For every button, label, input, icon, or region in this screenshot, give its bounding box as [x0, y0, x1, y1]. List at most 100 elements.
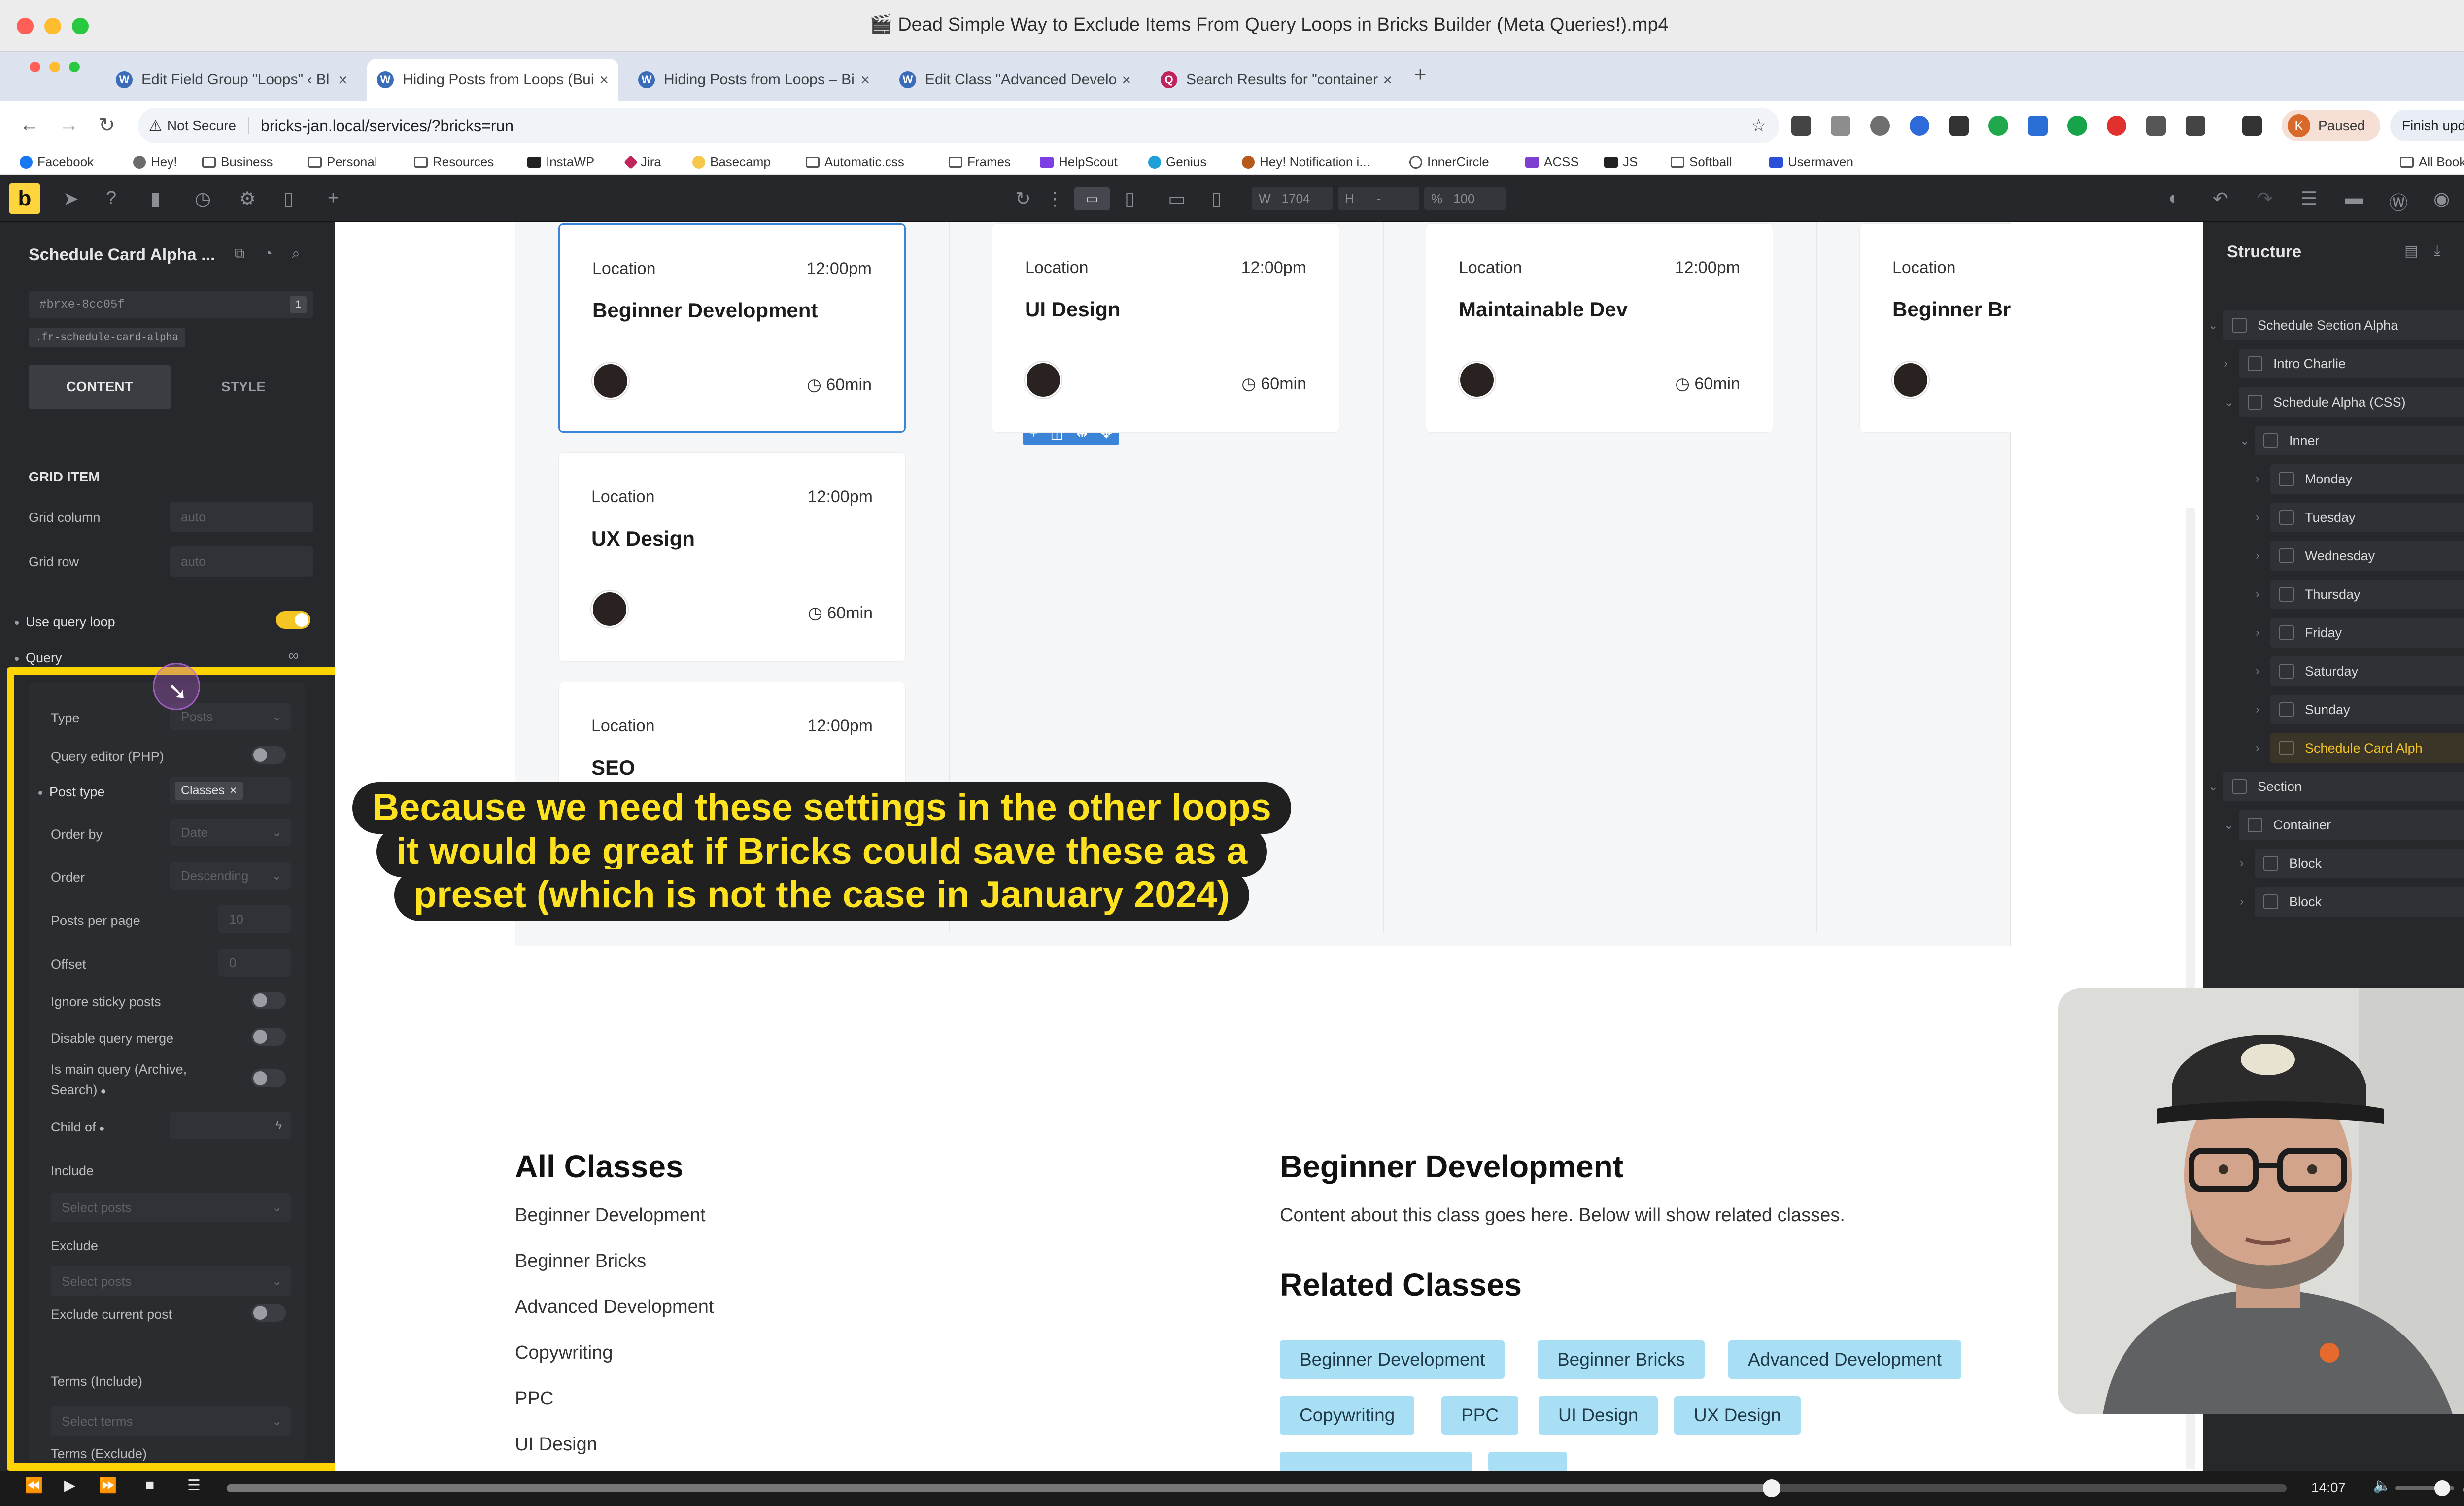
- add-icon[interactable]: +: [328, 188, 339, 209]
- class-link[interactable]: Beginner Bricks: [515, 1251, 646, 1272]
- fast-forward-icon[interactable]: ⏩: [99, 1477, 117, 1494]
- use-query-loop-toggle[interactable]: [276, 611, 310, 629]
- landscape-breakpoint-icon[interactable]: ▭: [1168, 188, 1186, 210]
- star-icon[interactable]: ☆: [1751, 116, 1766, 136]
- new-tab-icon[interactable]: +: [1414, 63, 1427, 86]
- contrast-icon[interactable]: ◐: [2168, 188, 2180, 209]
- class-link[interactable]: Advanced Development: [515, 1297, 714, 1318]
- width-field[interactable]: W 1704: [1252, 187, 1333, 210]
- tab-edit-field-group[interactable]: W Edit Field Group "Loops" ‹ Bl ×: [106, 59, 357, 101]
- expand-caret-icon[interactable]: ⌄: [2224, 395, 2234, 410]
- profile-paused-button[interactable]: K Paused: [2282, 110, 2380, 141]
- structure-row[interactable]: Friday: [2270, 618, 2464, 648]
- download-icon[interactable]: ⤓: [2434, 242, 2440, 259]
- expand-caret-icon[interactable]: ⌄: [2208, 780, 2218, 794]
- bookmark-usermaven[interactable]: Usermaven: [1769, 154, 1853, 170]
- expand-caret-icon[interactable]: ›: [2240, 895, 2244, 909]
- pages-icon[interactable]: ▮: [150, 188, 161, 210]
- bookmark-instawp[interactable]: InstaWP: [527, 154, 594, 170]
- reload-icon[interactable]: ↻: [99, 114, 115, 137]
- structure-row[interactable]: Block: [2255, 887, 2464, 917]
- schedule-card[interactable]: Location Beginner Br: [1859, 223, 2011, 433]
- tablet-breakpoint-icon[interactable]: ▯: [1125, 188, 1135, 210]
- bookmark-softball[interactable]: Softball: [1671, 154, 1732, 170]
- copy-icon[interactable]: ⧉: [234, 245, 244, 262]
- help-icon[interactable]: ?: [106, 188, 116, 209]
- close-icon[interactable]: ×: [860, 71, 870, 89]
- expand-caret-icon[interactable]: ›: [2240, 856, 2244, 870]
- structure-icon[interactable]: ☰: [2300, 188, 2317, 210]
- extension-icon[interactable]: [2107, 116, 2126, 136]
- finish-update-button[interactable]: Finish update⋮: [2390, 110, 2464, 141]
- extension-icon[interactable]: [1949, 116, 1969, 136]
- trash-icon[interactable]: ▯: [283, 188, 294, 210]
- structure-row[interactable]: Saturday: [2270, 656, 2464, 686]
- camera-extension-icon[interactable]: [1870, 116, 1890, 136]
- tab-content[interactable]: CONTENT: [29, 365, 171, 409]
- expand-caret-icon[interactable]: ⌄: [2224, 818, 2234, 832]
- bookmark-all[interactable]: All Bookmarks: [2400, 154, 2464, 170]
- wordpress-icon[interactable]: Ⓦ: [2389, 188, 2408, 215]
- close-icon[interactable]: ×: [1122, 71, 1131, 89]
- preview-eye-icon[interactable]: ◉: [2433, 188, 2450, 210]
- minimize-dot[interactable]: [49, 62, 60, 72]
- puzzle-icon[interactable]: [2186, 116, 2205, 136]
- bookmark-jira[interactable]: Jira: [623, 154, 661, 170]
- play-extension-icon[interactable]: [1988, 116, 2008, 136]
- redo-icon[interactable]: ↷: [2257, 188, 2273, 210]
- volume-high-icon[interactable]: 🔊: [2462, 1477, 2464, 1494]
- related-class-tag[interactable]: Advanced Development: [1728, 1340, 1961, 1379]
- bookmark-personal[interactable]: Personal: [308, 154, 377, 170]
- search-icon[interactable]: ⌕: [292, 245, 300, 262]
- class-chip[interactable]: .fr-schedule-card-alpha: [29, 328, 185, 347]
- close-icon[interactable]: ×: [338, 71, 347, 89]
- infinity-icon[interactable]: ∞: [288, 648, 299, 664]
- extension-icon[interactable]: [2146, 116, 2166, 136]
- structure-row[interactable]: Thursday: [2270, 580, 2464, 609]
- settings-icon[interactable]: ⚙: [239, 188, 256, 210]
- volume-low-icon[interactable]: 🔈: [2373, 1477, 2391, 1494]
- structure-row[interactable]: Tuesday: [2270, 503, 2464, 532]
- expand-caret-icon[interactable]: ›: [2256, 741, 2259, 755]
- play-icon[interactable]: ▶: [64, 1477, 75, 1494]
- bookmark-acss[interactable]: ACSS: [1525, 154, 1579, 170]
- progress-handle[interactable]: [1763, 1479, 1780, 1497]
- related-class-tag[interactable]: UX Design: [1674, 1396, 1801, 1435]
- desktop-breakpoint-icon[interactable]: ▭: [1074, 187, 1110, 210]
- structure-row[interactable]: Sunday: [2270, 695, 2464, 724]
- structure-row[interactable]: Inner: [2255, 426, 2464, 455]
- bookmark-facebook[interactable]: Facebook: [20, 154, 94, 170]
- grid-column-input[interactable]: auto: [170, 502, 313, 532]
- refresh-icon[interactable]: ↻: [1015, 188, 1031, 210]
- hide-icon[interactable]: ◔: [264, 245, 273, 262]
- expand-caret-icon[interactable]: ›: [2256, 549, 2259, 563]
- more-dots-icon[interactable]: ⋮: [1046, 188, 1064, 210]
- bookmark-helpscout[interactable]: HelpScout: [1040, 154, 1118, 170]
- expand-caret-icon[interactable]: ›: [2256, 472, 2259, 486]
- tab-edit-class[interactable]: W Edit Class "Advanced Develo ×: [890, 59, 1141, 101]
- structure-row[interactable]: Schedule Alpha (CSS): [2239, 387, 2464, 417]
- schedule-card[interactable]: Location 12:00pm UI Design ◷ 60min: [992, 223, 1339, 433]
- expand-caret-icon[interactable]: ›: [2256, 626, 2259, 640]
- zoom-field[interactable]: % 100: [1424, 187, 1506, 210]
- expand-caret-icon[interactable]: ›: [2256, 587, 2259, 601]
- tab-style[interactable]: STYLE: [172, 365, 314, 409]
- history-icon[interactable]: ◷: [195, 188, 211, 210]
- bookmark-automatic-css[interactable]: Automatic.css: [806, 154, 904, 170]
- element-id-field[interactable]: #brxe-8cc05f 1: [29, 291, 313, 318]
- cursor-icon[interactable]: ➤: [63, 188, 79, 210]
- playlist-icon[interactable]: ☰: [187, 1477, 201, 1494]
- related-class-tag[interactable]: Beginner Bricks: [1538, 1340, 1705, 1379]
- bookmark-basecamp[interactable]: Basecamp: [692, 154, 771, 170]
- schedule-card[interactable]: Location 12:00pm UX Design ◷ 60min: [558, 452, 906, 662]
- structure-row[interactable]: Block: [2255, 849, 2464, 878]
- eyedropper-extension-icon[interactable]: [1791, 116, 1811, 136]
- related-class-tag[interactable]: PPC: [1441, 1396, 1519, 1435]
- bookmark-js[interactable]: JS: [1604, 154, 1638, 170]
- related-class-tag[interactable]: Beginner Development: [1280, 1340, 1505, 1379]
- bookmark-genius[interactable]: Genius: [1148, 154, 1206, 170]
- expand-caret-icon[interactable]: ⌄: [2240, 434, 2250, 448]
- close-dot[interactable]: [30, 62, 40, 72]
- folder-icon[interactable]: ▬: [2345, 188, 2363, 209]
- progress-bar[interactable]: [227, 1479, 2287, 1497]
